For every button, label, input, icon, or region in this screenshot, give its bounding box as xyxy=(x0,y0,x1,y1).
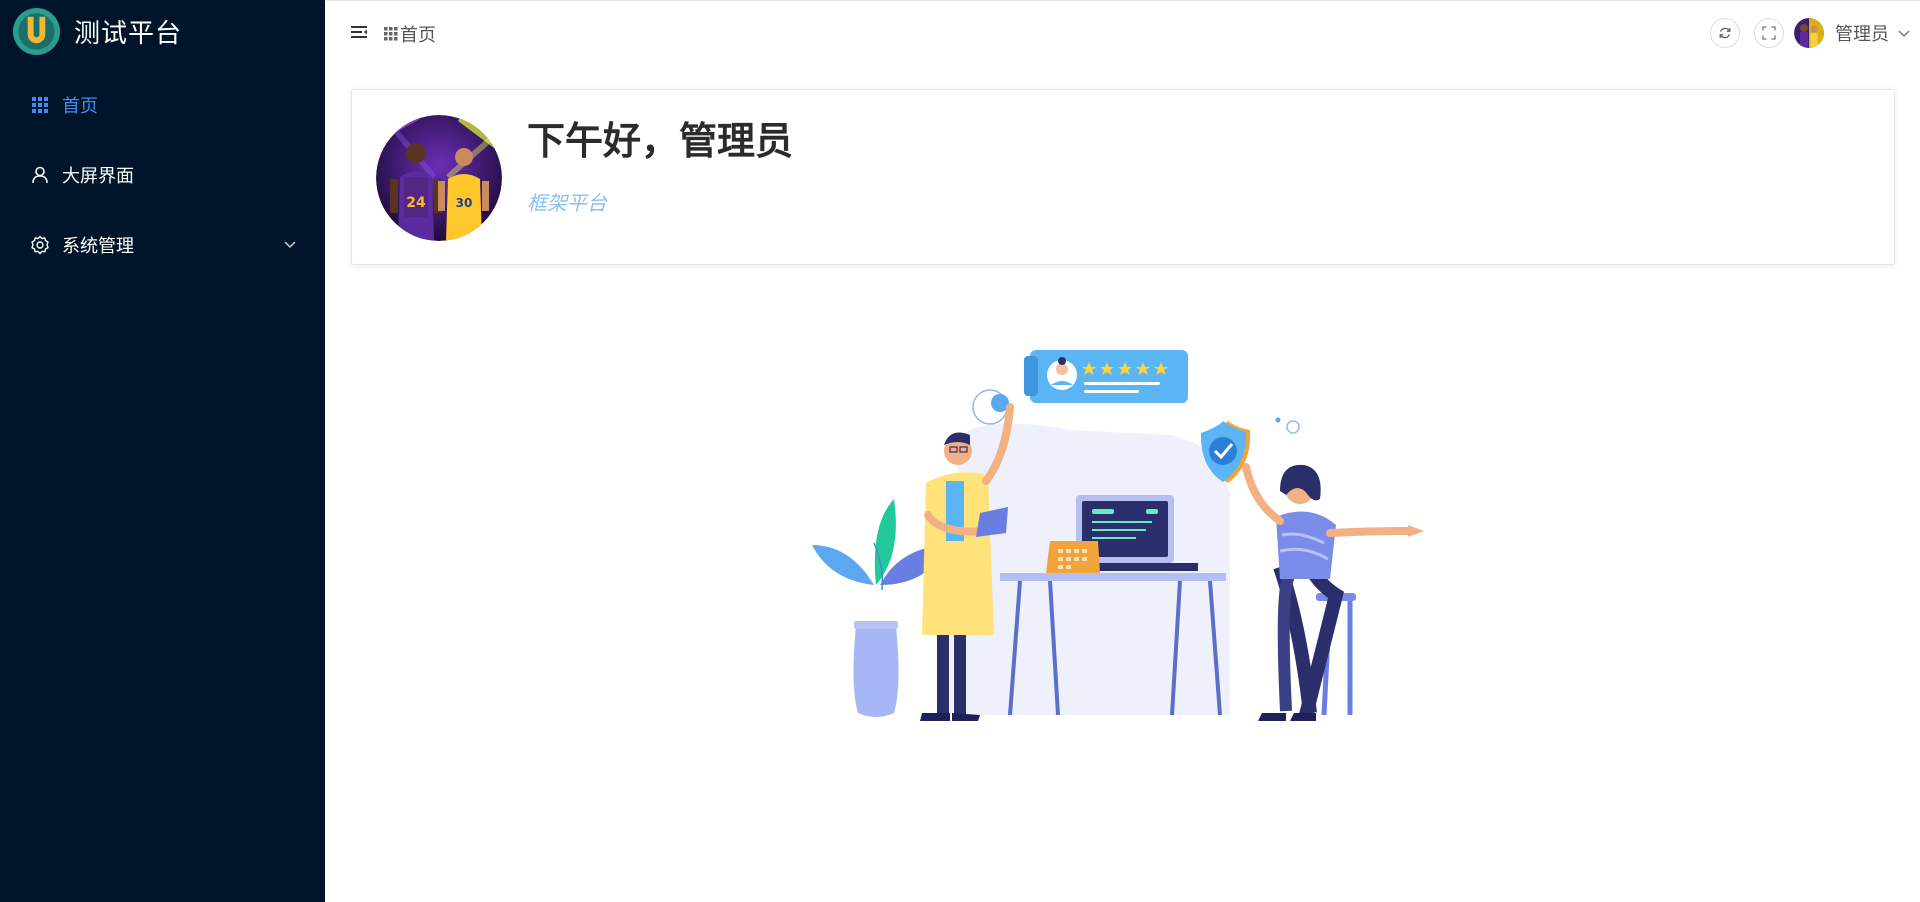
avatar xyxy=(1794,18,1824,48)
rating-card xyxy=(1024,350,1188,403)
u-logo-icon xyxy=(12,7,61,55)
menu-fold-icon[interactable] xyxy=(351,25,367,39)
user-menu[interactable]: 管理员 xyxy=(1794,18,1911,48)
chevron-down-icon xyxy=(1898,30,1910,37)
brand[interactable]: 测试平台 xyxy=(12,6,182,56)
calendar xyxy=(1046,541,1100,573)
welcome-subtitle: 框架平台 xyxy=(527,191,607,215)
user-name: 管理员 xyxy=(1835,24,1889,45)
breadcrumb-label: 首页 xyxy=(400,25,436,46)
avatar: 24 30 xyxy=(376,115,502,241)
sidebar-item-big-screen[interactable]: 大屏界面 xyxy=(0,140,325,210)
breadcrumb[interactable]: 首页 xyxy=(384,21,436,47)
user-icon xyxy=(32,166,48,184)
app-title: 测试平台 xyxy=(74,18,183,49)
sidebar-item-label: 大屏界面 xyxy=(62,166,134,187)
top-header: 首页 管理员 xyxy=(325,0,1920,62)
sidebar-item-label: 首页 xyxy=(62,96,98,117)
grid-icon xyxy=(32,97,48,113)
sidebar-item-system[interactable]: 系统管理 xyxy=(0,210,325,280)
team-illustration xyxy=(812,350,1424,721)
sidebar-menu: 首页 大屏界面 系统管理 xyxy=(0,70,325,280)
fullscreen-button[interactable] xyxy=(1754,18,1784,48)
welcome-card: 24 30 下午好，管理员 框架平台 xyxy=(351,89,1895,265)
refresh-icon xyxy=(1719,27,1731,39)
woman-figure xyxy=(1242,463,1424,721)
sidebar-item-label: 系统管理 xyxy=(62,236,134,257)
greeting-title: 下午好，管理员 xyxy=(527,119,794,163)
fullscreen-icon xyxy=(1762,26,1776,40)
refresh-button[interactable] xyxy=(1710,18,1740,48)
sidebar: 测试平台 首页 大屏界面 系统管理 xyxy=(0,0,325,902)
sidebar-item-home[interactable]: 首页 xyxy=(0,70,325,140)
chevron-down-icon xyxy=(284,241,296,249)
svg-text:30: 30 xyxy=(456,196,473,210)
svg-text:24: 24 xyxy=(406,195,426,211)
grid-icon xyxy=(384,27,398,41)
gear-icon xyxy=(31,235,49,255)
